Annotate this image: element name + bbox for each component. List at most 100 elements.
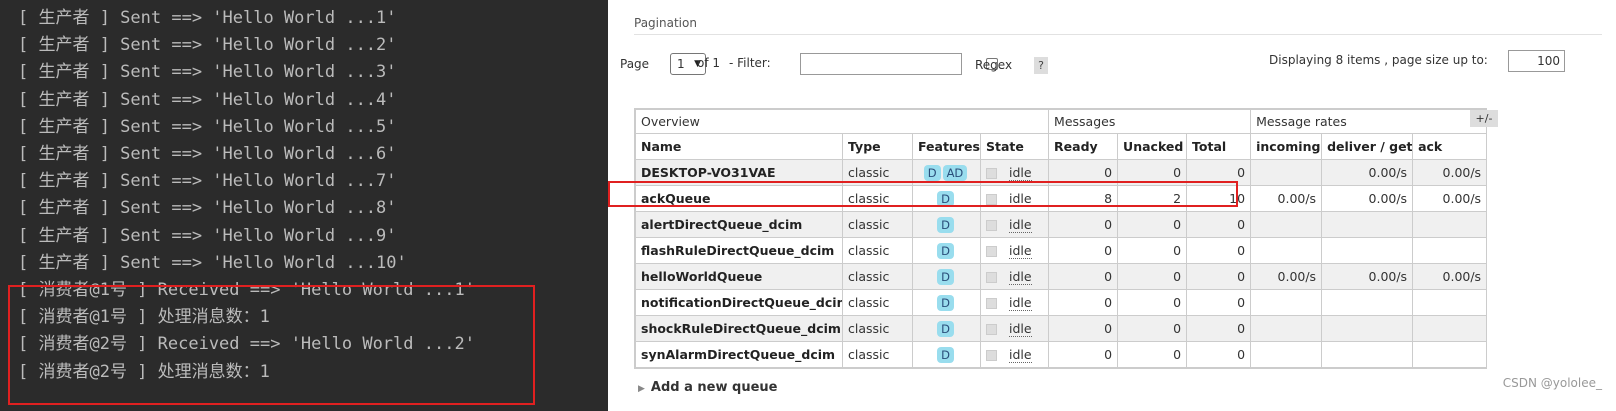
feature-badge: D bbox=[937, 294, 954, 311]
ready-count: 0 bbox=[1048, 289, 1119, 316]
queue-name-link[interactable]: flashRuleDirectQueue_dcim bbox=[635, 237, 843, 264]
state-square-icon bbox=[986, 220, 997, 231]
state-square-icon bbox=[986, 324, 997, 335]
queue-type: classic bbox=[842, 263, 913, 290]
col-name[interactable]: Name bbox=[635, 133, 843, 160]
feature-badge: D bbox=[937, 216, 954, 233]
queue-type: classic bbox=[842, 289, 913, 316]
incoming-rate bbox=[1250, 315, 1323, 342]
pagination-divider bbox=[634, 34, 1602, 35]
page-size-input[interactable]: 100 bbox=[1508, 50, 1565, 72]
unacked-count: 0 bbox=[1117, 211, 1188, 238]
deliver-get-rate: 0.00/s bbox=[1321, 159, 1414, 186]
unacked-count: 0 bbox=[1117, 315, 1188, 342]
console-line: [ 生产者 ] Sent ==> 'Hello World ...9' bbox=[18, 225, 397, 246]
queues-table: Overview Messages Message rates Name Typ… bbox=[634, 108, 1488, 369]
total-count: 0 bbox=[1186, 263, 1252, 290]
queue-type: classic bbox=[842, 211, 913, 238]
incoming-rate: 0.00/s bbox=[1250, 185, 1323, 212]
console-line: [ 生产者 ] Sent ==> 'Hello World ...6' bbox=[18, 144, 397, 164]
deliver-get-rate: 0.00/s bbox=[1321, 185, 1414, 212]
queue-state: idle bbox=[979, 237, 1050, 264]
queue-name-link[interactable]: helloWorldQueue bbox=[635, 263, 843, 290]
add-queue-toggle[interactable]: ▶ Add a new queue bbox=[638, 380, 777, 395]
unacked-count: 0 bbox=[1117, 289, 1188, 316]
ack-rate: 0.00/s bbox=[1412, 185, 1488, 212]
consumer-highlight-box bbox=[8, 285, 535, 405]
console-line: [ 生产者 ] Sent ==> 'Hello World ...4' bbox=[18, 89, 397, 110]
ready-count: 0 bbox=[1048, 211, 1119, 238]
col-ready[interactable]: Ready bbox=[1048, 133, 1119, 160]
console-line: [ 生产者 ] Sent ==> 'Hello World ...2' bbox=[18, 35, 397, 56]
unacked-count: 0 bbox=[1117, 237, 1188, 264]
queues-page: Pagination Page 1 ▼ of 1 - Filter: Regex… bbox=[608, 0, 1616, 411]
col-incoming[interactable]: incoming bbox=[1250, 133, 1323, 160]
page-select-value: 1 bbox=[677, 57, 685, 71]
console-line: [ 生产者 ] Sent ==> 'Hello World ...3' bbox=[18, 62, 397, 83]
queue-name-link[interactable]: shockRuleDirectQueue_dcim bbox=[635, 315, 843, 342]
page-of-label: of 1 bbox=[697, 56, 721, 70]
state-square-icon bbox=[986, 246, 997, 257]
col-state[interactable]: State bbox=[979, 133, 1050, 160]
feature-badge: AD bbox=[942, 164, 968, 181]
deliver-get-rate bbox=[1321, 289, 1414, 316]
queue-name-link[interactable]: alertDirectQueue_dcim bbox=[635, 211, 843, 238]
incoming-rate: 0.00/s bbox=[1250, 263, 1323, 290]
state-square-icon bbox=[986, 298, 997, 309]
queue-type: classic bbox=[842, 237, 913, 264]
deliver-get-rate bbox=[1321, 237, 1414, 264]
table-row: shockRuleDirectQueue_dcim classic Didle 0 0 0 bbox=[635, 315, 1488, 342]
queue-name-link[interactable]: synAlarmDirectQueue_dcim bbox=[635, 341, 843, 368]
table-row: alertDirectQueue_dcim classic Didle 0 0 0 bbox=[635, 211, 1488, 238]
console-line: [ 生产者 ] Sent ==> 'Hello World ...1' bbox=[18, 8, 397, 28]
queue-features: D bbox=[912, 341, 981, 368]
col-ack[interactable]: ack bbox=[1412, 133, 1488, 160]
watermark: CSDN @yololee_ bbox=[1502, 376, 1602, 390]
state-square-icon bbox=[986, 272, 997, 283]
console-line: [ 生产者 ] Sent ==> 'Hello World ...7' bbox=[18, 171, 397, 192]
incoming-rate bbox=[1250, 237, 1323, 264]
deliver-get-rate bbox=[1321, 341, 1414, 368]
feature-badge: D bbox=[937, 346, 954, 363]
col-type[interactable]: Type bbox=[842, 133, 913, 160]
queue-name-link[interactable]: notificationDirectQueue_dcim bbox=[635, 289, 843, 316]
state-square-icon bbox=[986, 168, 997, 179]
queue-type: classic bbox=[842, 341, 913, 368]
table-row: notificationDirectQueue_dcim classic Didle… bbox=[635, 289, 1488, 316]
ack-rate bbox=[1412, 237, 1488, 264]
ack-rate bbox=[1412, 315, 1488, 342]
pagination-title: Pagination bbox=[634, 16, 697, 30]
deliver-get-rate bbox=[1321, 211, 1414, 238]
total-count: 0 bbox=[1186, 315, 1252, 342]
total-count: 0 bbox=[1186, 289, 1252, 316]
displaying-label: Displaying 8 items , page size up to: bbox=[1269, 53, 1488, 67]
state-label: idle bbox=[1009, 295, 1032, 311]
queue-features: D bbox=[912, 315, 981, 342]
feature-badge: D bbox=[923, 164, 941, 181]
columns-toggle-button[interactable]: +/- bbox=[1470, 110, 1498, 127]
regex-help-button[interactable]: ? bbox=[1034, 57, 1048, 74]
col-features[interactable]: Features bbox=[912, 133, 981, 160]
ack-rate bbox=[1412, 289, 1488, 316]
console-line: [ 生产者 ] Sent ==> 'Hello World ...5' bbox=[18, 116, 397, 137]
deliver-get-rate: 0.00/s bbox=[1321, 263, 1414, 290]
add-queue-label: Add a new queue bbox=[650, 380, 778, 395]
table-row: flashRuleDirectQueue_dcim classic Didle 0 0 0 bbox=[635, 237, 1488, 264]
queue-state: idle bbox=[979, 315, 1050, 342]
incoming-rate bbox=[1250, 341, 1323, 368]
group-message-rates: Message rates bbox=[1250, 109, 1488, 134]
incoming-rate bbox=[1250, 159, 1323, 186]
state-label: idle bbox=[1009, 243, 1032, 259]
total-count: 0 bbox=[1186, 237, 1252, 264]
queue-state: idle bbox=[979, 289, 1050, 316]
feature-badge: D bbox=[937, 320, 954, 337]
col-unacked[interactable]: Unacked bbox=[1117, 133, 1188, 160]
feature-badge: D bbox=[937, 242, 954, 259]
filter-input[interactable] bbox=[800, 53, 962, 75]
group-messages: Messages bbox=[1048, 109, 1252, 134]
ready-count: 0 bbox=[1048, 315, 1119, 342]
col-deliver-get[interactable]: deliver / get bbox=[1321, 133, 1414, 160]
ready-count: 0 bbox=[1048, 341, 1119, 368]
col-total[interactable]: Total bbox=[1186, 133, 1252, 160]
triangle-right-icon: ▶ bbox=[638, 384, 645, 394]
